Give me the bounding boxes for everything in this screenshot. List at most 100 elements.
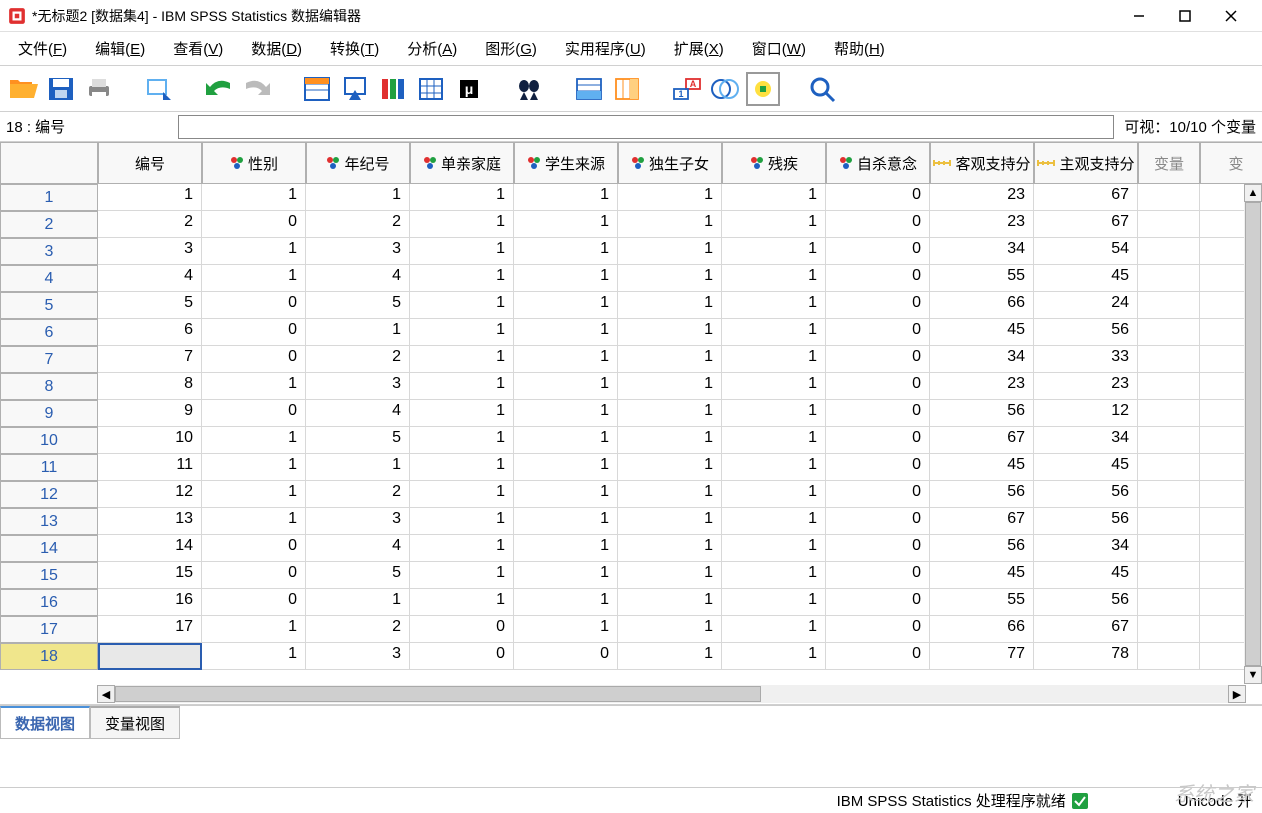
data-cell[interactable]: 1 [514, 400, 618, 427]
row-header[interactable]: 9 [0, 400, 98, 427]
data-cell[interactable]: 0 [202, 562, 306, 589]
data-cell[interactable]: 0 [202, 589, 306, 616]
data-cell[interactable] [1138, 508, 1200, 535]
data-cell[interactable]: 34 [1034, 427, 1138, 454]
data-cell[interactable]: 1 [98, 184, 202, 211]
data-cell[interactable]: 67 [930, 508, 1034, 535]
data-cell[interactable]: 55 [930, 589, 1034, 616]
data-cell[interactable]: 1 [410, 265, 514, 292]
value-labels-button[interactable] [746, 72, 780, 106]
data-cell[interactable]: 12 [1034, 400, 1138, 427]
data-cell[interactable] [1138, 346, 1200, 373]
data-cell[interactable]: 1 [722, 373, 826, 400]
data-cell[interactable]: 0 [826, 427, 930, 454]
column-header[interactable]: 独生子女 [618, 142, 722, 184]
data-cell[interactable]: 1 [722, 184, 826, 211]
data-cell[interactable]: 1 [202, 454, 306, 481]
data-cell[interactable]: 1 [722, 400, 826, 427]
data-cell[interactable]: 1 [514, 589, 618, 616]
data-cell[interactable]: 1 [722, 265, 826, 292]
data-cell[interactable]: 1 [722, 562, 826, 589]
data-cell[interactable]: 3 [306, 508, 410, 535]
column-header[interactable]: 残疾 [722, 142, 826, 184]
data-cell[interactable]: 0 [826, 643, 930, 670]
data-cell[interactable]: 1 [514, 481, 618, 508]
data-cell[interactable]: 1 [618, 562, 722, 589]
search-button[interactable] [806, 72, 840, 106]
data-cell[interactable]: 77 [930, 643, 1034, 670]
data-cell[interactable]: 1 [306, 454, 410, 481]
data-cell[interactable]: 1 [722, 535, 826, 562]
data-cell[interactable]: 0 [826, 535, 930, 562]
row-header[interactable]: 14 [0, 535, 98, 562]
data-cell[interactable]: 0 [826, 508, 930, 535]
data-cell[interactable]: 1 [618, 400, 722, 427]
data-cell[interactable]: 1 [202, 481, 306, 508]
data-cell[interactable]: 1 [618, 589, 722, 616]
scroll-right-icon[interactable]: ▶ [1228, 685, 1246, 703]
data-cell[interactable]: 1 [410, 400, 514, 427]
row-header[interactable]: 16 [0, 589, 98, 616]
data-cell[interactable]: 45 [930, 562, 1034, 589]
data-cell[interactable]: 0 [410, 616, 514, 643]
data-cell[interactable]: 1 [410, 427, 514, 454]
data-cell[interactable]: 10 [98, 427, 202, 454]
row-header[interactable]: 5 [0, 292, 98, 319]
data-cell[interactable]: 0 [410, 643, 514, 670]
data-cell[interactable]: 1 [722, 589, 826, 616]
data-cell[interactable]: 1 [514, 535, 618, 562]
data-cell[interactable]: 0 [202, 292, 306, 319]
data-cell[interactable]: 1 [514, 346, 618, 373]
menu-t[interactable]: 转换(T) [316, 34, 393, 63]
column-header[interactable]: 单亲家庭 [410, 142, 514, 184]
row-header[interactable]: 2 [0, 211, 98, 238]
data-cell[interactable]: 0 [826, 562, 930, 589]
data-cell[interactable]: 6 [98, 319, 202, 346]
data-cell[interactable] [1138, 589, 1200, 616]
data-cell[interactable]: 67 [1034, 616, 1138, 643]
row-header[interactable]: 10 [0, 427, 98, 454]
data-cell[interactable]: 1 [410, 562, 514, 589]
data-cell[interactable]: 2 [306, 616, 410, 643]
data-cell[interactable] [1138, 265, 1200, 292]
data-cell[interactable]: 8 [98, 373, 202, 400]
data-cell[interactable]: 1 [306, 184, 410, 211]
data-cell[interactable]: 1 [618, 427, 722, 454]
row-header[interactable]: 12 [0, 481, 98, 508]
maximize-button[interactable] [1162, 2, 1208, 30]
data-cell[interactable]: 1 [202, 373, 306, 400]
menu-u[interactable]: 实用程序(U) [551, 34, 660, 63]
data-cell[interactable]: 56 [930, 535, 1034, 562]
column-header[interactable]: 变量 [1138, 142, 1200, 184]
data-cell[interactable]: 78 [1034, 643, 1138, 670]
data-cell[interactable]: 1 [722, 292, 826, 319]
data-cell[interactable]: 1 [410, 211, 514, 238]
data-cell[interactable]: 0 [826, 292, 930, 319]
data-cell[interactable]: 0 [826, 319, 930, 346]
row-header[interactable]: 15 [0, 562, 98, 589]
data-cell[interactable] [1138, 400, 1200, 427]
data-cell[interactable]: 0 [202, 319, 306, 346]
data-cell[interactable]: 55 [930, 265, 1034, 292]
data-cell[interactable]: 23 [930, 373, 1034, 400]
column-header[interactable]: 性别 [202, 142, 306, 184]
data-cell[interactable]: 1 [722, 427, 826, 454]
data-cell[interactable]: 7 [98, 346, 202, 373]
data-cell[interactable]: 56 [1034, 589, 1138, 616]
data-cell[interactable]: 2 [306, 211, 410, 238]
data-cell[interactable]: 67 [1034, 211, 1138, 238]
data-cell[interactable]: 1 [202, 427, 306, 454]
data-cell[interactable]: 0 [826, 400, 930, 427]
data-cell[interactable]: 45 [1034, 265, 1138, 292]
open-button[interactable] [6, 72, 40, 106]
row-header[interactable]: 3 [0, 238, 98, 265]
data-cell[interactable]: 1 [202, 265, 306, 292]
data-cell[interactable]: 0 [826, 373, 930, 400]
menu-f[interactable]: 文件(F) [4, 34, 81, 63]
run-descriptives-button[interactable] [414, 72, 448, 106]
data-cell[interactable]: 1 [202, 643, 306, 670]
column-header[interactable]: 主观支持分 [1034, 142, 1138, 184]
cell-value-input[interactable] [178, 115, 1114, 139]
data-cell[interactable]: 0 [202, 346, 306, 373]
data-cell[interactable]: 33 [1034, 346, 1138, 373]
